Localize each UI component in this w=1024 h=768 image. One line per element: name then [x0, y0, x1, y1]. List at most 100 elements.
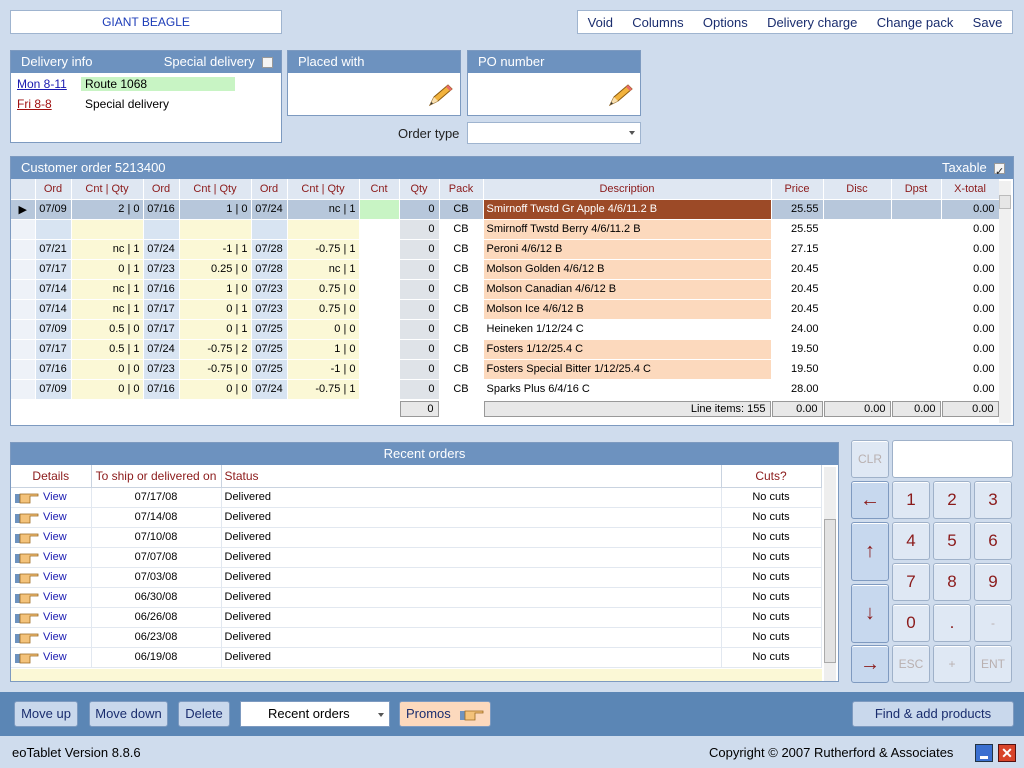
- promos-button[interactable]: Promos: [399, 701, 491, 727]
- qty-cell[interactable]: 0: [399, 199, 440, 220]
- cnt-cell[interactable]: [359, 319, 400, 340]
- column-header[interactable]: Cnt | Qty: [179, 179, 252, 200]
- column-header[interactable]: Cnt | Qty: [71, 179, 144, 200]
- cnt-cell[interactable]: [359, 339, 400, 360]
- minimize-button[interactable]: [975, 744, 993, 762]
- cnt-cell[interactable]: [359, 299, 400, 320]
- find-add-products-button[interactable]: Find & add products: [852, 701, 1014, 727]
- qty-cell[interactable]: 0: [399, 359, 440, 380]
- row-indicator[interactable]: [11, 379, 36, 400]
- order-type-select[interactable]: [467, 122, 641, 144]
- qty-cell[interactable]: 0: [399, 299, 440, 320]
- cnt-cell[interactable]: [359, 199, 400, 220]
- qty-cell[interactable]: 0: [399, 239, 440, 260]
- key-6[interactable]: 6: [974, 522, 1012, 560]
- view-select-dropdown[interactable]: Recent orders: [240, 701, 390, 727]
- order-row[interactable]: 07/09 0.5 | 0 07/17 0 | 1 07/25 0 | 0 0 CB Heine…: [11, 319, 1000, 340]
- cnt-cell[interactable]: [359, 379, 400, 400]
- qty-cell[interactable]: 0: [399, 279, 440, 300]
- key-4[interactable]: 4: [892, 522, 930, 560]
- column-header[interactable]: Dpst: [891, 179, 942, 200]
- enter-key[interactable]: ENT: [974, 645, 1012, 683]
- order-row[interactable]: 07/14 nc | 1 07/16 1 | 0 07/23 0.75 | 0 0 CB Mol…: [11, 279, 1000, 300]
- columns-button[interactable]: Columns: [632, 15, 683, 30]
- key-8[interactable]: 8: [933, 563, 971, 601]
- view-link[interactable]: View: [43, 631, 67, 643]
- row-indicator[interactable]: [11, 239, 36, 260]
- delivery-day-link[interactable]: Mon 8-11: [11, 77, 81, 91]
- view-link[interactable]: View: [43, 591, 67, 603]
- save-button[interactable]: Save: [973, 15, 1003, 30]
- qty-cell[interactable]: 0: [399, 319, 440, 340]
- delete-button[interactable]: Delete: [178, 701, 230, 727]
- qty-cell[interactable]: 0: [399, 259, 440, 280]
- view-link[interactable]: View: [43, 651, 67, 663]
- view-link[interactable]: View: [43, 531, 67, 543]
- column-header[interactable]: Ord: [143, 179, 180, 200]
- current-row-indicator-icon[interactable]: ▶: [11, 199, 36, 220]
- column-header[interactable]: Cnt: [359, 179, 400, 200]
- row-indicator[interactable]: [11, 339, 36, 360]
- cnt-cell[interactable]: [359, 239, 400, 260]
- scrollbar-thumb[interactable]: [999, 195, 1011, 209]
- order-row[interactable]: 07/21 nc | 1 07/24 -1 | 1 07/28 -0.75 | 1 0 CB P…: [11, 239, 1000, 260]
- view-link[interactable]: View: [43, 611, 67, 623]
- column-header[interactable]: Description: [483, 179, 772, 200]
- column-header[interactable]: Status: [221, 465, 722, 488]
- qty-cell[interactable]: 0: [399, 379, 440, 400]
- cnt-cell[interactable]: [359, 259, 400, 280]
- plus-key[interactable]: +: [933, 645, 971, 683]
- pencil-icon[interactable]: [606, 83, 634, 109]
- row-indicator[interactable]: [11, 319, 36, 340]
- column-header[interactable]: Details: [11, 465, 92, 488]
- column-header[interactable]: To ship or delivered on: [91, 465, 222, 488]
- view-link[interactable]: View: [43, 551, 67, 563]
- key-3[interactable]: 3: [974, 481, 1012, 519]
- recent-orders-scrollbar[interactable]: [824, 467, 836, 681]
- clear-key[interactable]: CLR: [851, 440, 889, 478]
- key-5[interactable]: 5: [933, 522, 971, 560]
- special-delivery-toggle[interactable]: Special delivery: [164, 51, 273, 73]
- escape-key[interactable]: ESC: [892, 645, 930, 683]
- row-indicator[interactable]: [11, 359, 36, 380]
- change-pack-button[interactable]: Change pack: [877, 15, 954, 30]
- left-arrow-key[interactable]: ←: [851, 481, 889, 519]
- key-0[interactable]: 0: [892, 604, 930, 642]
- row-indicator[interactable]: [11, 299, 36, 320]
- view-link[interactable]: View: [43, 511, 67, 523]
- column-header[interactable]: Cnt | Qty: [287, 179, 360, 200]
- column-header[interactable]: Qty: [399, 179, 440, 200]
- order-row[interactable]: 07/14 nc | 1 07/17 0 | 1 07/23 0.75 | 0 0 CB Mol…: [11, 299, 1000, 320]
- minus-key[interactable]: -: [974, 604, 1012, 642]
- row-indicator[interactable]: [11, 219, 36, 240]
- key-7[interactable]: 7: [892, 563, 930, 601]
- column-header[interactable]: Pack: [439, 179, 484, 200]
- order-row[interactable]: 0 CB Smirnoff Twstd Berry 4/6/11.2 B 25.55 0…: [11, 219, 1000, 240]
- order-row[interactable]: 07/17 0.5 | 1 07/24 -0.75 | 2 07/25 1 | 0 0 CB F…: [11, 339, 1000, 360]
- key-9[interactable]: 9: [974, 563, 1012, 601]
- column-header[interactable]: Price: [771, 179, 824, 200]
- options-button[interactable]: Options: [703, 15, 748, 30]
- view-link[interactable]: View: [43, 491, 67, 503]
- order-row[interactable]: 07/17 0 | 1 07/23 0.25 | 0 07/28 nc | 1 0 CB Mol…: [11, 259, 1000, 280]
- delivery-day-link[interactable]: Fri 8-8: [11, 97, 81, 111]
- taxable-toggle[interactable]: Taxable: [942, 157, 1005, 183]
- row-indicator[interactable]: [11, 259, 36, 280]
- cnt-cell[interactable]: [359, 279, 400, 300]
- pencil-icon[interactable]: [426, 83, 454, 109]
- row-indicator[interactable]: [11, 279, 36, 300]
- key-2[interactable]: 2: [933, 481, 971, 519]
- close-button[interactable]: ✕: [998, 744, 1016, 762]
- cnt-cell[interactable]: [359, 359, 400, 380]
- column-header[interactable]: X-total: [941, 179, 1000, 200]
- decimal-key[interactable]: .: [933, 604, 971, 642]
- customer-name-box[interactable]: GIANT BEAGLE: [10, 10, 282, 34]
- special-delivery-checkbox[interactable]: [262, 57, 273, 69]
- delivery-charge-button[interactable]: Delivery charge: [767, 15, 857, 30]
- qty-cell[interactable]: 0: [399, 219, 440, 240]
- scrollbar-thumb[interactable]: [824, 519, 836, 663]
- order-row[interactable]: 07/16 0 | 0 07/23 -0.75 | 0 07/25 -1 | 0 0 CB Fo…: [11, 359, 1000, 380]
- column-header[interactable]: Disc: [823, 179, 892, 200]
- key-1[interactable]: 1: [892, 481, 930, 519]
- taxable-checkbox[interactable]: [994, 161, 1005, 183]
